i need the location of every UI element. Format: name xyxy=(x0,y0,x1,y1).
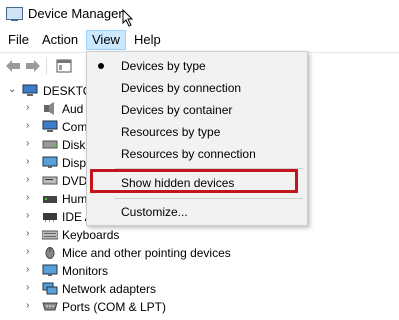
chevron-down-icon[interactable]: ⌄ xyxy=(8,85,16,95)
port-icon xyxy=(42,302,58,311)
toolbar-separator xyxy=(46,57,47,75)
tree-item-label: Com xyxy=(62,120,88,134)
chevron-right-icon[interactable]: › xyxy=(26,283,34,293)
menu-devices-by-type[interactable]: Devices by type xyxy=(87,55,307,77)
menu-file[interactable]: File xyxy=(3,31,34,49)
menu-action[interactable]: Action xyxy=(37,31,83,49)
mouse-icon xyxy=(45,247,55,259)
menu-resources-by-type[interactable]: Resources by type xyxy=(87,121,307,143)
tree-item-label: Ports (COM & LPT) xyxy=(62,300,167,314)
hid-icon xyxy=(43,196,57,203)
title-bar: Device Manager xyxy=(0,0,399,28)
chevron-right-icon[interactable]: › xyxy=(26,229,34,239)
menu-bar: File Action View Help xyxy=(0,29,399,51)
chevron-right-icon[interactable]: › xyxy=(26,121,34,131)
menu-item-label: Devices by type xyxy=(121,59,206,73)
chevron-right-icon[interactable]: › xyxy=(26,247,34,257)
tree-item-label: Mice and other pointing devices xyxy=(62,246,231,260)
chevron-right-icon[interactable]: › xyxy=(26,301,34,311)
tree-item-label: Aud xyxy=(62,102,84,116)
mouse-cursor-icon xyxy=(122,9,134,27)
menu-item-label: Customize... xyxy=(121,205,188,219)
chevron-right-icon[interactable]: › xyxy=(26,175,34,185)
highlight-annotation-box xyxy=(90,169,298,193)
computer-icon xyxy=(42,120,58,132)
menu-devices-by-connection[interactable]: Devices by connection xyxy=(87,77,307,99)
menu-view[interactable]: View xyxy=(86,30,126,50)
menu-item-label: Devices by container xyxy=(121,103,233,117)
menu-help[interactable]: Help xyxy=(129,31,166,49)
chevron-right-icon[interactable]: › xyxy=(26,193,34,203)
tree-root-label: DESKTO xyxy=(43,84,93,98)
tree-item-label: Keyboards xyxy=(62,228,120,242)
menu-devices-by-container[interactable]: Devices by container xyxy=(87,99,307,121)
properties-icon[interactable] xyxy=(56,59,72,73)
radio-bullet-icon xyxy=(98,63,104,69)
keyboard-icon xyxy=(42,230,58,240)
chevron-right-icon[interactable]: › xyxy=(26,139,34,149)
tree-item-label: Disk xyxy=(62,138,86,152)
tree-item-label: Disp xyxy=(62,156,87,170)
menu-item-label: Resources by connection xyxy=(121,147,256,161)
window-title: Device Manager xyxy=(28,6,123,21)
network-icon xyxy=(42,282,58,295)
disk-icon xyxy=(42,140,58,149)
back-arrow-icon[interactable] xyxy=(5,59,21,73)
monitor-icon xyxy=(42,264,58,276)
computer-icon xyxy=(22,84,38,96)
menu-customize[interactable]: Customize... xyxy=(87,201,307,223)
audio-icon xyxy=(44,102,54,115)
ide-icon xyxy=(43,213,57,222)
menu-item-label: Resources by type xyxy=(121,125,221,139)
menu-resources-by-connection[interactable]: Resources by connection xyxy=(87,143,307,165)
menu-separator xyxy=(115,198,303,199)
chevron-right-icon[interactable]: › xyxy=(26,265,34,275)
menu-item-label: Devices by connection xyxy=(121,81,242,95)
chevron-right-icon[interactable]: › xyxy=(26,103,34,113)
tree-item-label: DVD xyxy=(62,174,88,188)
dvd-icon xyxy=(42,176,58,185)
chevron-right-icon[interactable]: › xyxy=(26,157,34,167)
display-icon xyxy=(42,156,58,168)
forward-arrow-icon[interactable] xyxy=(25,59,41,73)
chevron-right-icon[interactable]: › xyxy=(26,211,34,221)
tree-item-label: Hum xyxy=(62,192,88,206)
device-manager-icon xyxy=(6,7,23,21)
view-menu-dropdown: Devices by type Devices by connection De… xyxy=(86,51,308,226)
tree-item-label: Monitors xyxy=(62,264,109,278)
tree-item-label: Network adapters xyxy=(62,282,157,296)
